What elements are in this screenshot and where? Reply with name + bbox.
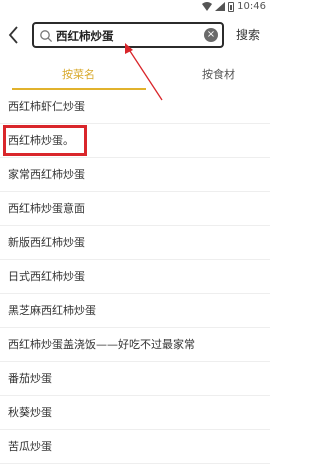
signal-icon — [215, 2, 226, 11]
list-item-label: 新版西红柿炒蛋 — [8, 236, 85, 249]
search-input[interactable] — [56, 26, 206, 46]
battery-icon — [228, 1, 235, 12]
list-item[interactable]: 番茄炒蛋 — [0, 362, 270, 396]
list-item[interactable]: 西红柿炒蛋盖浇饭——好吃不过最家常 — [0, 328, 270, 362]
tab-by-dish-name[interactable]: 按菜名 — [62, 66, 95, 82]
search-icon — [40, 30, 53, 43]
list-item[interactable]: 西红柿炒蛋意面 — [0, 192, 270, 226]
list-item-label: 家常西红柿炒蛋 — [8, 168, 85, 181]
tab-bar: 按菜名 按食材 — [0, 60, 270, 90]
list-item-label: 黑芝麻西红柿炒蛋 — [8, 304, 96, 317]
list-item-label: 番茄炒蛋 — [8, 372, 52, 385]
list-item[interactable]: 苦瓜炒蛋 — [0, 430, 270, 464]
highlight-box — [3, 125, 87, 156]
search-box[interactable]: × — [32, 22, 224, 48]
list-item[interactable]: 家常西红柿炒蛋 — [0, 158, 270, 192]
clear-icon[interactable]: × — [204, 28, 218, 42]
status-icons: 10:46 — [202, 1, 266, 12]
list-item-label: 日式西红柿炒蛋 — [8, 270, 85, 283]
search-button[interactable]: 搜索 — [236, 26, 260, 43]
status-time: 10:46 — [237, 1, 266, 12]
back-icon[interactable] — [6, 24, 22, 46]
list-item[interactable]: 黑芝麻西红柿炒蛋 — [0, 294, 270, 328]
list-item[interactable]: 日式西红柿炒蛋 — [0, 260, 270, 294]
status-bar: 10:46 — [0, 0, 270, 16]
list-item-label: 苦瓜炒蛋 — [8, 440, 52, 453]
list-item[interactable]: 新版西红柿炒蛋 — [0, 226, 270, 260]
list-item-label: 西红柿炒蛋意面 — [8, 202, 85, 215]
tab-by-ingredient[interactable]: 按食材 — [202, 66, 235, 82]
list-item-label: 西红柿虾仁炒蛋 — [8, 100, 85, 113]
list-item[interactable]: 秋葵炒蛋 — [0, 396, 270, 430]
list-item-label: 西红柿炒蛋盖浇饭——好吃不过最家常 — [8, 338, 195, 351]
list-item-label: 秋葵炒蛋 — [8, 406, 52, 419]
search-bar: × 搜索 — [0, 16, 270, 56]
list-item[interactable]: 西红柿虾仁炒蛋 — [0, 90, 270, 124]
wifi-icon — [202, 2, 213, 11]
